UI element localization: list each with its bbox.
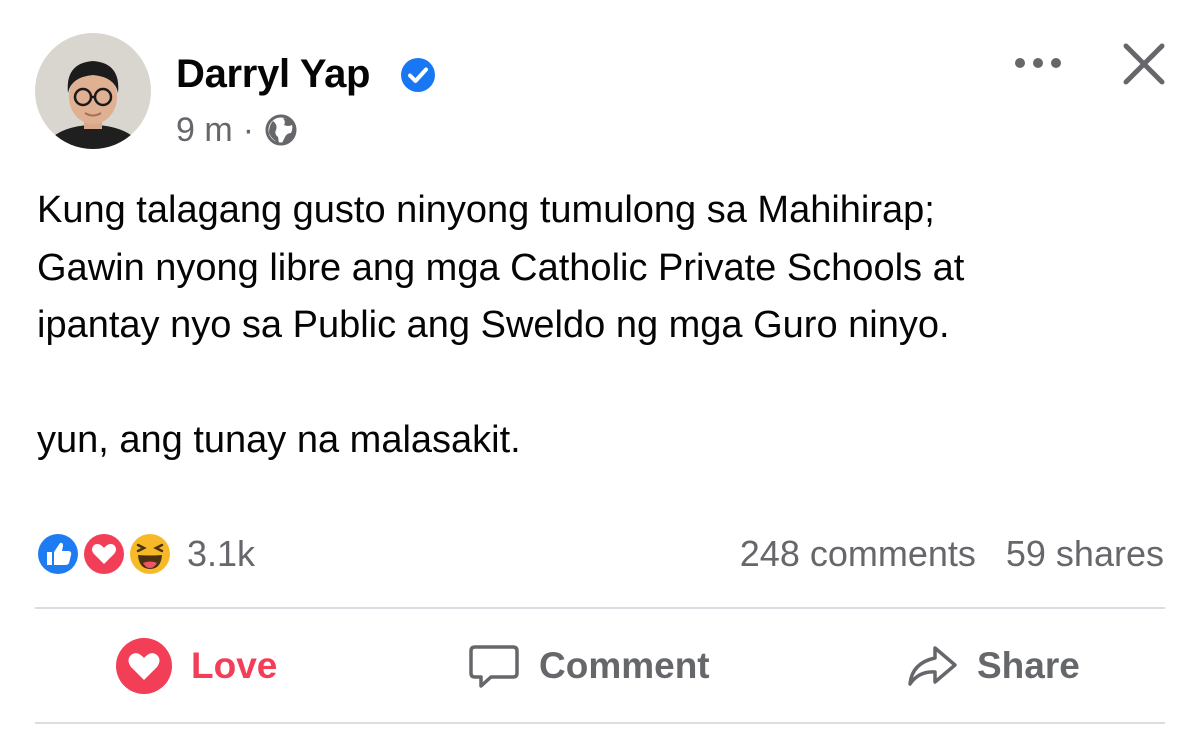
reaction-summary[interactable]: 3.1k xyxy=(34,530,255,578)
post-meta: 9 m · xyxy=(176,110,298,150)
verified-badge-icon xyxy=(401,58,435,92)
love-reaction-icon xyxy=(81,531,127,577)
divider xyxy=(35,607,1165,609)
close-icon[interactable] xyxy=(1118,38,1170,90)
post-text: Kung talagang gusto ninyong tumulong sa … xyxy=(37,182,1167,470)
comment-label: Comment xyxy=(539,645,710,686)
share-label: Share xyxy=(977,645,1080,686)
post-text-line: Gawin nyong libre ang mga Catholic Priva… xyxy=(37,246,965,289)
reaction-icons xyxy=(34,530,179,578)
globe-icon[interactable] xyxy=(264,113,298,147)
love-icon xyxy=(116,638,172,694)
love-label: Love xyxy=(191,645,278,686)
reaction-count[interactable]: 3.1k xyxy=(187,533,255,575)
post-text-line: yun, ang tunay na malasakit. xyxy=(37,419,521,461)
author-name[interactable]: Darryl Yap xyxy=(176,50,370,98)
haha-reaction-icon xyxy=(127,531,173,577)
like-reaction-icon xyxy=(35,531,81,577)
comment-button[interactable]: Comment xyxy=(467,610,710,722)
action-bar: Love Comment Share xyxy=(35,610,1165,722)
post-text-line: ipantay nyo sa Public ang Sweldo ng mga … xyxy=(37,304,950,346)
divider xyxy=(35,722,1165,724)
share-icon xyxy=(908,646,957,686)
share-button[interactable]: Share xyxy=(905,610,1080,722)
post-time[interactable]: 9 m xyxy=(176,111,233,150)
comments-count[interactable]: 248 comments xyxy=(740,533,976,575)
meta-separator: · xyxy=(242,110,255,149)
engagement-counts: 248 comments 59 shares xyxy=(740,530,1164,578)
comment-icon xyxy=(469,645,519,688)
author-avatar[interactable] xyxy=(35,33,151,149)
love-button[interactable]: Love xyxy=(115,610,277,722)
post-text-line: Kung talagang gusto ninyong tumulong sa … xyxy=(37,189,935,231)
shares-count[interactable]: 59 shares xyxy=(1006,533,1164,575)
more-horizontal-icon[interactable] xyxy=(1012,50,1064,76)
